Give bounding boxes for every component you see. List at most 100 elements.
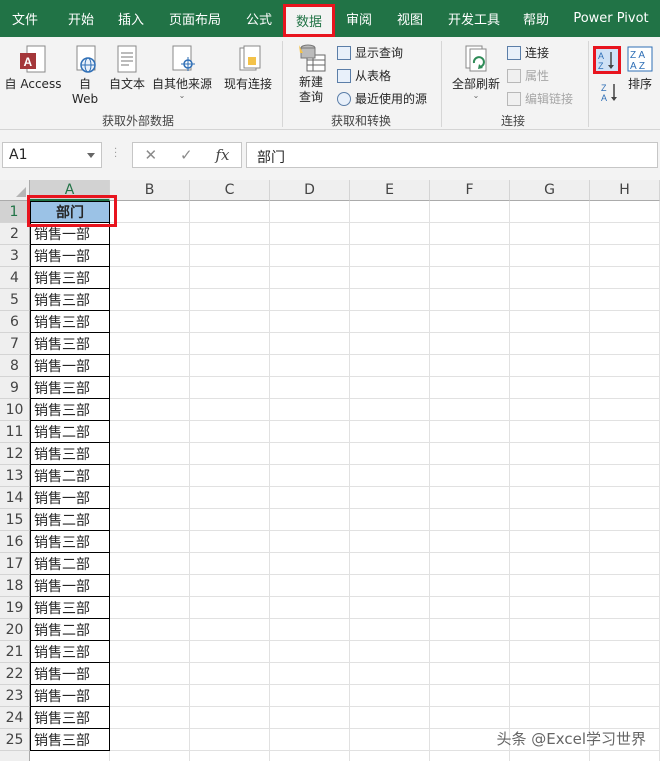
empty-cell[interactable] bbox=[270, 619, 350, 641]
empty-cell[interactable] bbox=[510, 619, 590, 641]
empty-cell[interactable] bbox=[270, 333, 350, 355]
row-header[interactable]: 22 bbox=[0, 663, 30, 685]
empty-cell[interactable] bbox=[430, 707, 510, 729]
empty-cell[interactable] bbox=[190, 553, 270, 575]
row-header[interactable]: 11 bbox=[0, 421, 30, 443]
empty-cell[interactable] bbox=[430, 509, 510, 531]
empty-cell[interactable] bbox=[190, 333, 270, 355]
empty-cell[interactable] bbox=[190, 443, 270, 465]
empty-cell[interactable] bbox=[190, 465, 270, 487]
empty-cell[interactable] bbox=[430, 685, 510, 707]
empty-cell[interactable] bbox=[350, 399, 430, 421]
from-access-button[interactable]: A 自 Access bbox=[4, 45, 62, 92]
empty-cell[interactable] bbox=[590, 355, 660, 377]
show-queries-button[interactable]: 显示查询 bbox=[337, 44, 403, 61]
empty-cell[interactable] bbox=[510, 289, 590, 311]
empty-cell[interactable] bbox=[110, 443, 190, 465]
empty-cell[interactable] bbox=[430, 267, 510, 289]
empty-cell[interactable] bbox=[270, 707, 350, 729]
empty-cell[interactable] bbox=[590, 377, 660, 399]
empty-cell[interactable] bbox=[30, 751, 110, 761]
select-all-button[interactable] bbox=[0, 180, 30, 201]
empty-cell[interactable] bbox=[110, 685, 190, 707]
empty-cell[interactable] bbox=[590, 509, 660, 531]
name-box[interactable]: A1 bbox=[2, 142, 102, 168]
empty-cell[interactable] bbox=[590, 311, 660, 333]
row-header[interactable]: 4 bbox=[0, 267, 30, 289]
grip-icon[interactable]: · · · bbox=[114, 145, 117, 163]
empty-cell[interactable] bbox=[190, 509, 270, 531]
empty-cell[interactable] bbox=[190, 355, 270, 377]
empty-cell[interactable] bbox=[590, 575, 660, 597]
empty-cell[interactable] bbox=[110, 553, 190, 575]
empty-cell[interactable] bbox=[350, 597, 430, 619]
empty-cell[interactable] bbox=[270, 377, 350, 399]
tab-data[interactable]: 数据 bbox=[283, 4, 335, 37]
empty-cell[interactable] bbox=[510, 597, 590, 619]
empty-cell[interactable] bbox=[590, 641, 660, 663]
recent-sources-button[interactable]: 最近使用的源 bbox=[337, 90, 427, 107]
cell-column-a[interactable]: 销售三部 bbox=[30, 531, 110, 553]
row-header[interactable]: 25 bbox=[0, 729, 30, 751]
empty-cell[interactable] bbox=[270, 267, 350, 289]
empty-cell[interactable] bbox=[350, 465, 430, 487]
empty-cell[interactable] bbox=[510, 399, 590, 421]
cell-column-a[interactable]: 销售三部 bbox=[30, 597, 110, 619]
edit-links-button[interactable]: 编辑链接 bbox=[507, 90, 573, 107]
empty-cell[interactable] bbox=[270, 399, 350, 421]
empty-cell[interactable] bbox=[350, 575, 430, 597]
empty-cell[interactable] bbox=[350, 553, 430, 575]
empty-cell[interactable] bbox=[430, 465, 510, 487]
empty-cell[interactable] bbox=[110, 267, 190, 289]
tab-formulas[interactable]: 公式 bbox=[238, 0, 280, 37]
empty-cell[interactable] bbox=[430, 619, 510, 641]
from-table-button[interactable]: 从表格 bbox=[337, 67, 391, 84]
column-header-e[interactable]: E bbox=[350, 180, 430, 201]
empty-cell[interactable] bbox=[430, 553, 510, 575]
cell-column-a[interactable]: 销售三部 bbox=[30, 399, 110, 421]
worksheet-grid[interactable]: A B C D E F G H 1 部门 2 销售一部 3 销售一部 4 销售三部 5 销售三部 6… bbox=[0, 180, 660, 761]
empty-cell[interactable] bbox=[190, 707, 270, 729]
empty-cell[interactable] bbox=[110, 751, 190, 761]
empty-cell[interactable] bbox=[430, 289, 510, 311]
empty-cell[interactable] bbox=[270, 729, 350, 751]
empty-cell[interactable] bbox=[270, 223, 350, 245]
from-other-sources-button[interactable]: 自其他来源 ⌄ bbox=[150, 45, 214, 100]
empty-cell[interactable] bbox=[350, 223, 430, 245]
empty-cell[interactable] bbox=[350, 267, 430, 289]
empty-cell[interactable] bbox=[590, 399, 660, 421]
empty-cell[interactable] bbox=[110, 355, 190, 377]
empty-cell[interactable] bbox=[510, 531, 590, 553]
formula-input[interactable]: 部门 bbox=[246, 142, 658, 168]
empty-cell[interactable] bbox=[430, 399, 510, 421]
cell-column-a[interactable]: 销售一部 bbox=[30, 245, 110, 267]
cell-column-a[interactable]: 销售三部 bbox=[30, 729, 110, 751]
empty-cell[interactable] bbox=[510, 311, 590, 333]
empty-cell[interactable] bbox=[510, 223, 590, 245]
refresh-all-button[interactable]: 全部刷新 ⌄ bbox=[450, 45, 502, 100]
empty-cell[interactable] bbox=[510, 201, 590, 223]
empty-cell[interactable] bbox=[270, 245, 350, 267]
sort-ascending-button[interactable]: AZ bbox=[593, 46, 621, 74]
row-header[interactable]: 23 bbox=[0, 685, 30, 707]
cell-column-a[interactable]: 销售三部 bbox=[30, 289, 110, 311]
empty-cell[interactable] bbox=[190, 575, 270, 597]
cell-column-a[interactable]: 销售二部 bbox=[30, 465, 110, 487]
cell-column-a[interactable]: 销售二部 bbox=[30, 509, 110, 531]
connections-button[interactable]: 连接 bbox=[507, 44, 549, 61]
cell-column-a[interactable]: 销售三部 bbox=[30, 311, 110, 333]
empty-cell[interactable] bbox=[430, 443, 510, 465]
cell-column-a[interactable]: 销售三部 bbox=[30, 333, 110, 355]
empty-cell[interactable] bbox=[590, 245, 660, 267]
empty-cell[interactable] bbox=[110, 421, 190, 443]
empty-cell[interactable] bbox=[350, 685, 430, 707]
row-header[interactable]: 13 bbox=[0, 465, 30, 487]
empty-cell[interactable] bbox=[510, 509, 590, 531]
empty-cell[interactable] bbox=[190, 685, 270, 707]
column-header-d[interactable]: D bbox=[270, 180, 350, 201]
empty-cell[interactable] bbox=[350, 487, 430, 509]
empty-cell[interactable] bbox=[270, 421, 350, 443]
cell-column-a[interactable]: 销售三部 bbox=[30, 641, 110, 663]
insert-function-icon[interactable]: fx bbox=[216, 146, 230, 164]
enter-icon[interactable]: ✓ bbox=[180, 146, 193, 164]
